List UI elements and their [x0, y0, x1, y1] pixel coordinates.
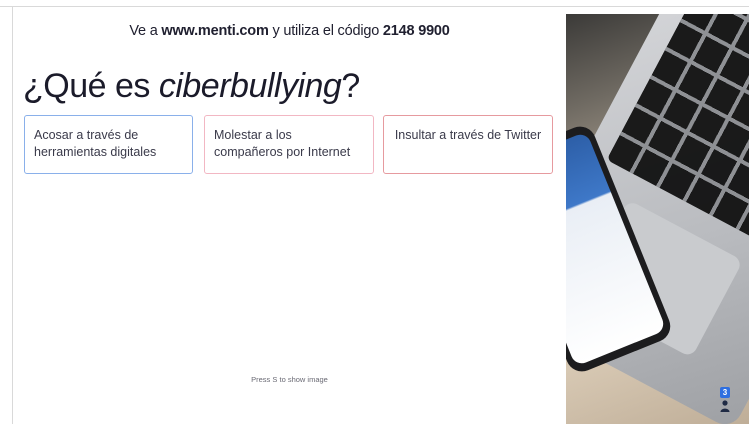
- participant-counter[interactable]: 3: [718, 387, 732, 413]
- answer-option-label: Insultar a través de Twitter: [394, 128, 542, 142]
- title-suffix: ?: [341, 67, 360, 105]
- keyboard-hint: Press S to show image: [251, 375, 328, 384]
- participant-count-badge: 3: [720, 387, 730, 398]
- slide-title: ¿Qué es ciberbullying?: [23, 67, 360, 106]
- slide: Ve a www.menti.com y utiliza el código 2…: [13, 7, 566, 424]
- join-code: 2148 9900: [382, 23, 450, 39]
- title-prefix: ¿Qué es: [23, 67, 159, 105]
- answer-option-1[interactable]: Acosar a través de herramientas digitale…: [24, 115, 193, 174]
- answer-option-label: Molestar a los compañeros por Internet: [214, 128, 351, 159]
- answer-option-3[interactable]: Insultar a través de Twitter: [383, 115, 553, 174]
- join-url[interactable]: www.menti.com: [161, 23, 268, 39]
- answer-option-label: Acosar a través de herramientas digitale…: [34, 128, 157, 159]
- join-instructions: Ve a www.menti.com y utiliza el código 2…: [13, 23, 566, 39]
- title-emphasis: ciberbullying: [158, 67, 342, 105]
- join-middle: y utiliza el código: [268, 23, 383, 39]
- laptop-photo-icon: [566, 14, 749, 424]
- join-prefix: Ve a: [129, 23, 162, 39]
- person-icon: [720, 400, 730, 412]
- answer-option-2[interactable]: Molestar a los compañeros por Internet: [204, 115, 374, 174]
